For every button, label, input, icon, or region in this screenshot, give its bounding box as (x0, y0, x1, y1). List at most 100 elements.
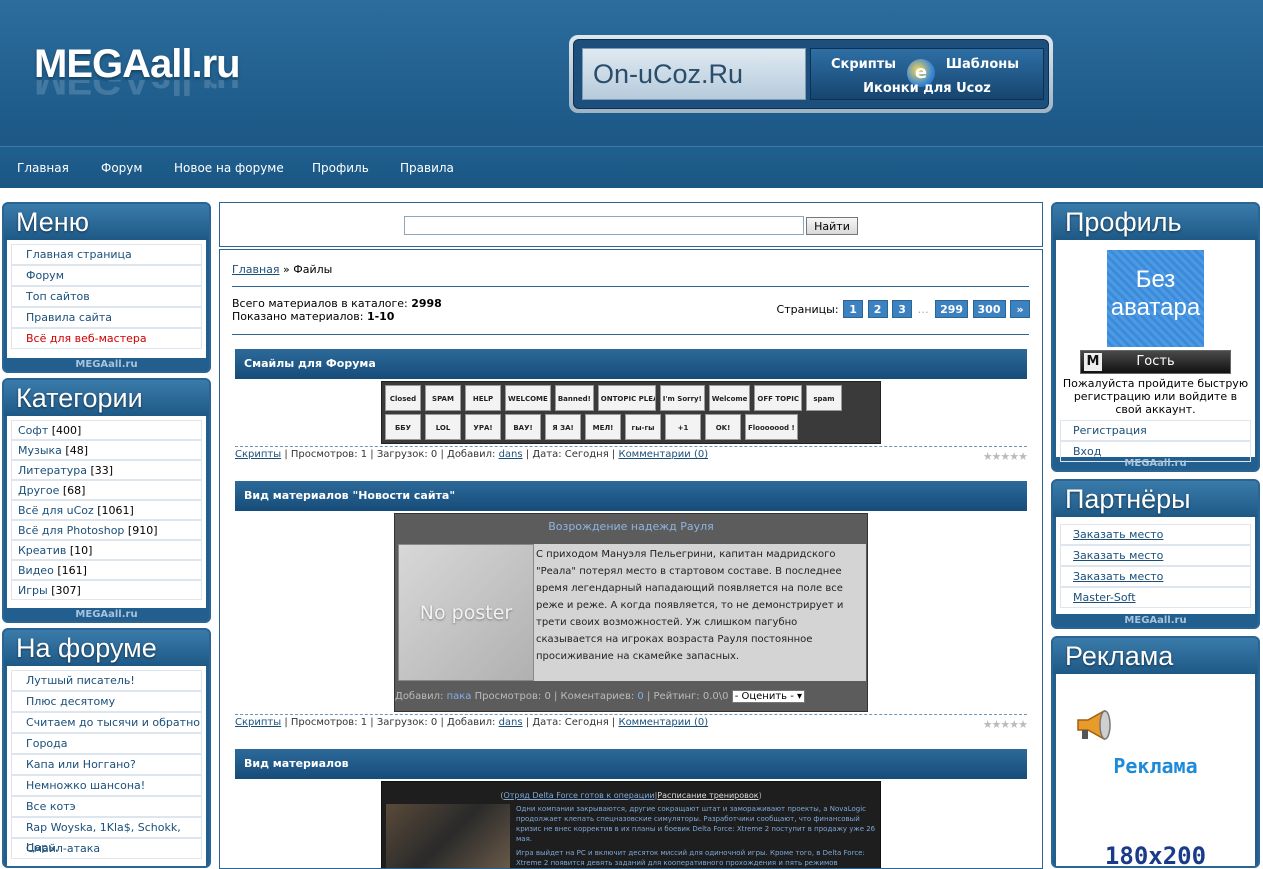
category-item[interactable]: Другое [68] (11, 480, 202, 500)
footer-author[interactable]: пака (447, 691, 472, 702)
game-link[interactable]: Отряд Delta Force готов к операции (503, 791, 654, 800)
category-name[interactable]: Видео (18, 564, 54, 577)
category-name[interactable]: Литература (18, 464, 87, 477)
menu-item-forum[interactable]: Форум (11, 265, 202, 286)
page-300[interactable]: 300 (972, 300, 1006, 318)
page-ellipsis: … (917, 303, 929, 316)
smiley-badge: ВАУ! (505, 414, 541, 440)
entry-title[interactable]: Вид материалов (235, 749, 1027, 779)
menu-footer: MEGAall.ru (75, 359, 138, 370)
category-name[interactable]: Креатив (18, 544, 66, 557)
category-item[interactable]: Креатив [10] (11, 540, 202, 560)
game-preview-text: Одни компании закрываются, другие сокращ… (516, 804, 878, 868)
logo-reflection: MEGAall.ru (34, 80, 240, 102)
category-name[interactable]: Всё для uCoz (18, 504, 94, 517)
smiley-badge: УРА! (465, 414, 501, 440)
partners-list: Заказать место Заказать место Заказать м… (1056, 517, 1255, 614)
page-3[interactable]: 3 (892, 300, 913, 318)
page-1[interactable]: 1 (843, 300, 864, 318)
entry-title[interactable]: Вид материалов "Новости сайта" (235, 481, 1027, 511)
category-item[interactable]: Видео [161] (11, 560, 202, 580)
nav-forum[interactable]: Форум (101, 161, 142, 175)
forum-topic[interactable]: Все котэ (11, 796, 202, 817)
entry-meta: Скрипты | Просмотров: 1 | Загрузок: 0 | … (235, 446, 1028, 464)
page-299[interactable]: 299 (935, 300, 969, 318)
footer-added-label: Добавил: (395, 691, 447, 702)
entry-category-link[interactable]: Скрипты (235, 449, 281, 460)
forum-topic[interactable]: Лутшый писатель! (11, 670, 202, 691)
search-button[interactable]: Найти (806, 217, 858, 235)
header-banner[interactable]: On-uCoz.Ru Скрипты e Шаблоны Иконки для … (569, 35, 1053, 113)
search-input[interactable] (404, 216, 804, 235)
category-count: [33] (90, 464, 114, 477)
smiley-badge: HELP (465, 385, 501, 411)
banner-link-templates[interactable]: Шаблоны (946, 57, 1019, 72)
page-next[interactable]: » (1010, 300, 1030, 318)
nav-profile[interactable]: Профиль (312, 161, 369, 175)
news-preview-image[interactable]: Возрождение надежд Рауля No poster С при… (394, 513, 868, 712)
partner-link[interactable]: Master-Soft (1060, 587, 1251, 608)
entry-title[interactable]: Смайлы для Форума (235, 349, 1027, 379)
shown-label: Показано материалов: (232, 310, 367, 323)
banner-link-scripts[interactable]: Скрипты (831, 57, 896, 72)
forum-topic[interactable]: Капа или Ноггано? (11, 754, 202, 775)
category-item[interactable]: Всё для uCoz [1061] (11, 500, 202, 520)
categories-box: Категории Софт [400] Музыка [48] Литерат… (2, 378, 211, 623)
entry-author-link[interactable]: dans (499, 449, 523, 460)
category-name[interactable]: Игры (18, 584, 48, 597)
entry-meta: Скрипты | Просмотров: 1 | Загрузок: 0 | … (235, 714, 1028, 732)
category-count: [910] (127, 524, 158, 537)
menu-item-home[interactable]: Главная страница (11, 244, 202, 265)
partner-link[interactable]: Заказать место (1060, 524, 1251, 545)
menu-item-top[interactable]: Топ сайтов (11, 286, 202, 307)
news-preview-footer: Добавил: пака Просмотров: 0 | Коментарие… (395, 690, 867, 703)
profile-box: Профиль Без аватара M Гость Пожалуйста п… (1051, 202, 1260, 472)
category-item[interactable]: Литература [33] (11, 460, 202, 480)
category-item[interactable]: Софт [400] (11, 420, 202, 440)
main-nav: Главная Форум Новое на форуме Профиль Пр… (0, 146, 1263, 188)
forum-topic[interactable]: Немножко шансона! (11, 775, 202, 796)
game-link[interactable]: Расписание тренировок (657, 791, 758, 800)
smileys-image[interactable]: ClosedSPAMHELPWELCOMEBanned!ONTOPIC PLEA… (381, 381, 881, 444)
partner-link[interactable]: Заказать место (1060, 566, 1251, 587)
rate-select[interactable]: - Оценить - ▾ (731, 690, 806, 703)
breadcrumb-separator: » (279, 263, 294, 276)
forum-box: На форуме Лутшый писатель! Плюс десятому… (2, 628, 211, 868)
forum-topic[interactable]: Rap Woyska, 1Kla$, Schokk, Царь. (11, 817, 202, 854)
no-poster-image: No poster (398, 544, 534, 681)
banner-link-icons[interactable]: Иконки для Ucoz (811, 81, 1043, 96)
game-preview-image[interactable]: (Отряд Delta Force готов к операции|Расп… (381, 781, 881, 868)
category-name[interactable]: Всё для Photoshop (18, 524, 124, 537)
breadcrumb-home[interactable]: Главная (232, 263, 280, 276)
category-item[interactable]: Всё для Photoshop [910] (11, 520, 202, 540)
entry-category-link[interactable]: Скрипты (235, 717, 281, 728)
forum-topic[interactable]: Считаем до тысячи и обратно (11, 712, 202, 733)
forum-topic[interactable]: Города (11, 733, 202, 754)
category-item[interactable]: Музыка [48] (11, 440, 202, 460)
smiley-badge: WELCOME (505, 385, 551, 411)
menu-item-webmaster[interactable]: Всё для веб-мастера (11, 328, 202, 349)
register-link[interactable]: Регистрация (1060, 420, 1251, 441)
megaphone-icon (1074, 708, 1114, 742)
ad-slot[interactable]: Реклама 180x200 (1056, 674, 1255, 868)
breadcrumb: Главная » Файлы (232, 263, 332, 276)
category-name[interactable]: Софт (18, 424, 48, 437)
entry-comments-link[interactable]: Комментарии (0) (618, 717, 708, 728)
rating-stars[interactable]: ★★★★★ (983, 449, 1028, 464)
nav-rules[interactable]: Правила (400, 161, 454, 175)
nav-forum-new[interactable]: Новое на форуме (174, 161, 284, 175)
category-item[interactable]: Игры [307] (11, 580, 202, 600)
category-name[interactable]: Другое (18, 484, 59, 497)
ad-size: 180x200 (1104, 842, 1207, 868)
ad-text: Реклама (1113, 754, 1198, 778)
page-2[interactable]: 2 (867, 300, 888, 318)
rating-stars[interactable]: ★★★★★ (983, 717, 1028, 732)
entry-comments-link[interactable]: Комментарии (0) (618, 449, 708, 460)
nav-home[interactable]: Главная (17, 161, 69, 175)
forum-topic[interactable]: Плюс десятому (11, 691, 202, 712)
partner-link[interactable]: Заказать место (1060, 545, 1251, 566)
menu-item-rules[interactable]: Правила сайта (11, 307, 202, 328)
entry-author-link[interactable]: dans (499, 717, 523, 728)
forum-topic[interactable]: Смайл-атака (11, 838, 202, 859)
category-name[interactable]: Музыка (18, 444, 62, 457)
